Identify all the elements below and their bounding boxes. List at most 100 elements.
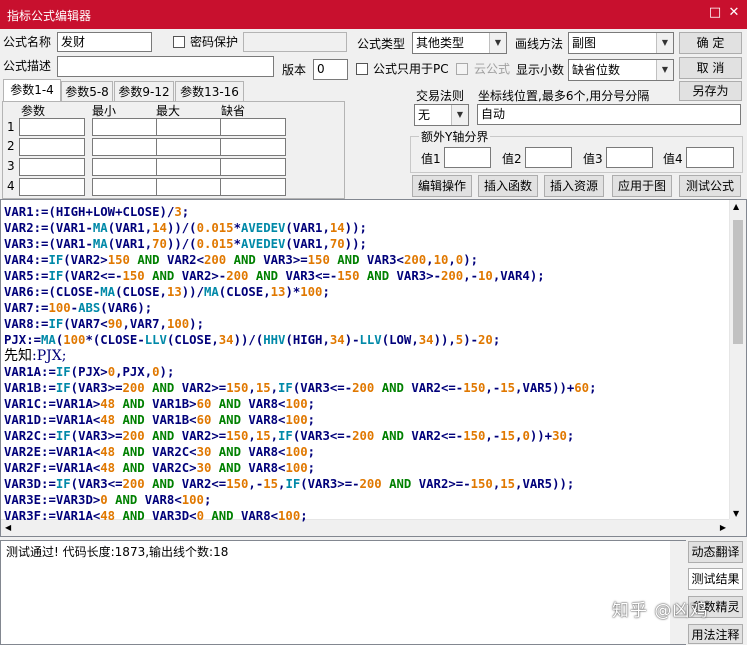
output-text: 测试通过! 代码长度:1873,输出线个数:18: [6, 545, 229, 559]
code-line: VAR1D:=VAR1A<48 AND VAR1B<60 AND VAR8<10…: [4, 413, 316, 427]
formula-name-label: 公式名称: [3, 35, 52, 49]
scroll-thumb[interactable]: [733, 220, 743, 344]
test-result-button[interactable]: 测试结果: [688, 568, 743, 590]
chevron-down-icon: ▼: [451, 105, 468, 125]
tab-params-5-8[interactable]: 参数5-8: [61, 81, 113, 101]
yaxis-v4-input[interactable]: [686, 147, 734, 168]
pc-only-checkbox[interactable]: [356, 63, 368, 75]
insert-function-button[interactable]: 插入函数: [478, 175, 538, 197]
scroll-right-icon[interactable]: ▶: [720, 523, 726, 532]
version-input[interactable]: 0: [313, 59, 348, 80]
code-line: VAR2F:=VAR1A<48 AND VAR2C>30 AND VAR8<10…: [4, 461, 316, 475]
output-scrollbar[interactable]: [670, 541, 686, 644]
yaxis-v3-label: 值3: [583, 152, 603, 166]
formula-type-value: 其他类型: [416, 36, 465, 50]
scroll-up-icon[interactable]: ▲: [733, 202, 739, 211]
yaxis-v1-label: 值1: [421, 152, 441, 166]
yaxis-v3-input[interactable]: [606, 147, 653, 168]
trade-rule-select[interactable]: 无 ▼: [414, 104, 469, 126]
trade-rule-value: 无: [418, 108, 431, 122]
param-name-input[interactable]: [19, 118, 85, 136]
dynamic-translate-button[interactable]: 动态翻译: [688, 541, 743, 563]
insert-resource-button[interactable]: 插入资源: [544, 175, 604, 197]
version-label: 版本: [282, 63, 307, 77]
code-line: VAR1A:=IF(PJX>0,PJX,0);: [4, 365, 175, 379]
code-line: PJX:=MA(100*(CLOSE-LLV(CLOSE,34))/(HHV(H…: [4, 333, 501, 347]
password-label: 密码保护: [190, 35, 239, 49]
param-min-input[interactable]: [92, 138, 158, 156]
yaxis-v1-input[interactable]: [444, 147, 491, 168]
vertical-scrollbar[interactable]: ▲ ▼: [729, 200, 746, 520]
param-name-input[interactable]: [19, 158, 85, 176]
code-line: VAR3E:=VAR3D>0 AND VAR8<100;: [4, 493, 212, 507]
decimals-select[interactable]: 缺省位数 ▼: [568, 59, 674, 81]
param-row-label: 3: [7, 159, 15, 173]
yaxis-v2-input[interactable]: [525, 147, 572, 168]
tab-params-1-4[interactable]: 参数1-4: [3, 79, 61, 101]
decimals-label: 显示小数: [516, 63, 565, 77]
coord-label: 坐标线位置,最多6个,用分号分隔: [478, 89, 650, 103]
code-line: VAR7:=100-ABS(VAR6);: [4, 301, 153, 315]
decimals-value: 缺省位数: [572, 63, 621, 77]
code-line: VAR3:=(VAR1-MA(VAR1,70))/(0.015*AVEDEV(V…: [4, 237, 367, 251]
code-line: VAR5:=IF(VAR2<=-150 AND VAR2>-200 AND VA…: [4, 269, 545, 283]
param-row-label: 2: [7, 139, 15, 153]
maximize-icon[interactable]: □: [707, 5, 723, 21]
code-line: VAR4:=IF(VAR2>150 AND VAR2<200 AND VAR3>…: [4, 253, 478, 267]
password-checkbox[interactable]: [173, 36, 185, 48]
code-line: VAR2E:=VAR1A<48 AND VAR2C<30 AND VAR8<10…: [4, 445, 316, 459]
chevron-down-icon: ▼: [656, 60, 673, 80]
code-line: VAR2:=(VAR1-MA(VAR1,14))/(0.015*AVEDEV(V…: [4, 221, 367, 235]
tab-params-13-16[interactable]: 参数13-16: [175, 81, 244, 101]
test-formula-button[interactable]: 测试公式: [679, 175, 741, 197]
cancel-button[interactable]: 取 消: [679, 57, 742, 79]
code-line: VAR3F:=VAR1A<48 AND VAR3D<0 AND VAR8<100…: [4, 509, 308, 523]
yaxis-v2-label: 值2: [502, 152, 522, 166]
param-default-input[interactable]: [220, 118, 286, 136]
scroll-corner: [729, 519, 746, 536]
formula-desc-label: 公式描述: [3, 59, 52, 73]
param-min-input[interactable]: [92, 118, 158, 136]
param-max-input[interactable]: [156, 178, 222, 196]
apply-to-chart-button[interactable]: 应用于图: [612, 175, 672, 197]
draw-method-value: 副图: [572, 36, 597, 50]
param-max-input[interactable]: [156, 158, 222, 176]
param-min-input[interactable]: [92, 158, 158, 176]
chevron-down-icon: ▼: [489, 33, 506, 53]
formula-desc-input[interactable]: [57, 56, 274, 77]
param-name-input[interactable]: [19, 178, 85, 196]
param-max-input[interactable]: [156, 138, 222, 156]
param-default-input[interactable]: [220, 158, 286, 176]
param-min-input[interactable]: [92, 178, 158, 196]
draw-method-select[interactable]: 副图 ▼: [568, 32, 674, 54]
title-bar: 指标公式编辑器 □ ✕: [0, 0, 747, 29]
coord-input[interactable]: 自动: [477, 104, 741, 125]
param-name-input[interactable]: [19, 138, 85, 156]
tab-params-9-12[interactable]: 参数9-12: [114, 81, 174, 101]
param-default-input[interactable]: [220, 178, 286, 196]
code-line: VAR1C:=VAR1A>48 AND VAR1B>60 AND VAR8<10…: [4, 397, 316, 411]
code-editor[interactable]: ▲ ▼ ◀ ▶ VAR1:=(HIGH+LOW+CLOSE)/3; VAR2:=(…: [0, 199, 747, 537]
code-line: VAR3D:=IF(VAR3<=200 AND VAR2<=150,-15,IF…: [4, 477, 575, 491]
param-default-input[interactable]: [220, 138, 286, 156]
output-panel: 测试通过! 代码长度:1873,输出线个数:18: [0, 540, 686, 645]
ok-button[interactable]: 确 定: [679, 32, 742, 54]
close-icon[interactable]: ✕: [726, 5, 742, 21]
chevron-down-icon: ▼: [656, 33, 673, 53]
formula-name-input[interactable]: 发财: [57, 32, 152, 52]
param-row-label: 1: [7, 120, 15, 134]
usage-notes-button[interactable]: 用法注释: [688, 624, 743, 644]
param-row-label: 4: [7, 179, 15, 193]
yaxis-v4-label: 值4: [663, 152, 683, 166]
param-max-input[interactable]: [156, 118, 222, 136]
password-input: [243, 32, 347, 52]
save-as-button[interactable]: 另存为: [679, 81, 742, 101]
scroll-down-icon[interactable]: ▼: [733, 509, 739, 518]
window-title: 指标公式编辑器: [7, 9, 92, 23]
scroll-left-icon[interactable]: ◀: [5, 523, 11, 532]
formula-type-select[interactable]: 其他类型 ▼: [412, 32, 507, 54]
draw-method-label: 画线方法: [515, 37, 564, 51]
edit-ops-button[interactable]: 编辑操作: [412, 175, 472, 197]
code-line: 先知:PJX;: [4, 348, 67, 364]
cloud-checkbox: [456, 63, 468, 75]
